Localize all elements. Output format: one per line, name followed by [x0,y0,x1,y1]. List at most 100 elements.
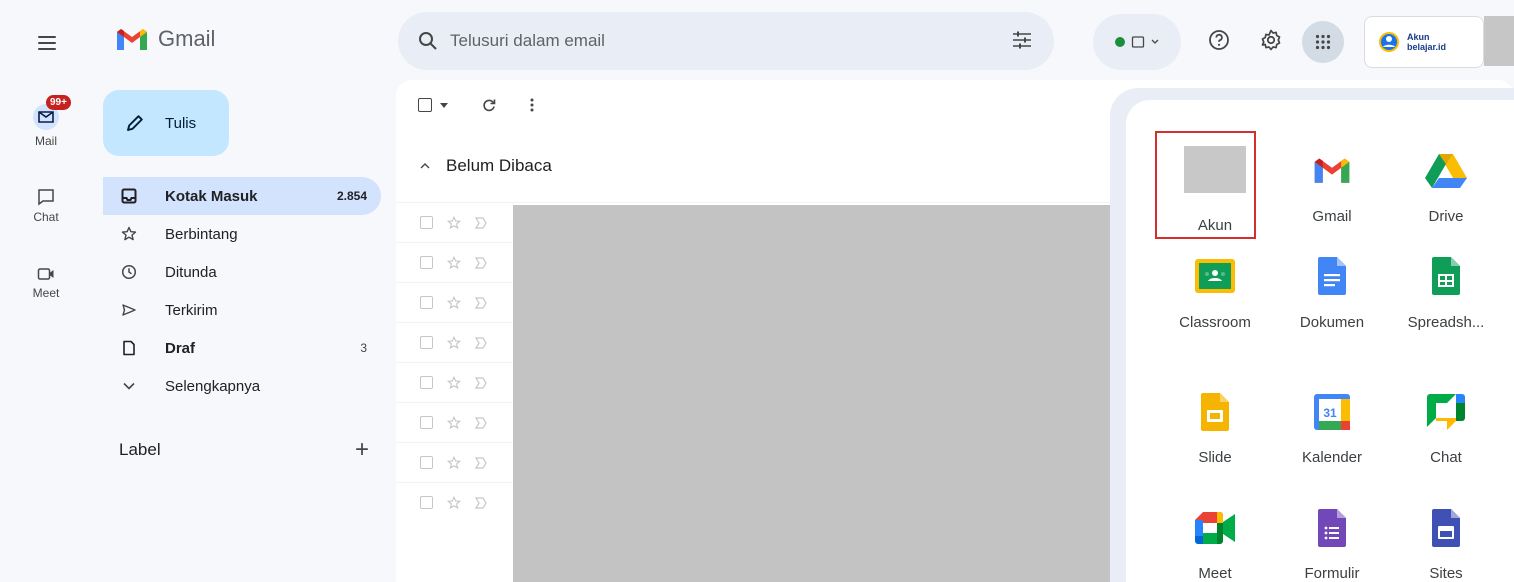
nav-item-drafts[interactable]: Draf 3 [103,329,381,367]
status-selector[interactable] [1093,14,1181,70]
clock-icon [119,262,139,282]
app-calendar[interactable]: 31 Kalender [1279,362,1385,466]
apps-grid-icon [1315,34,1331,50]
app-label: Chat [1430,449,1462,466]
row-checkbox[interactable] [420,416,433,429]
google-apps-button[interactable] [1302,21,1344,63]
important-marker-icon[interactable] [475,376,487,389]
important-marker-icon[interactable] [475,496,487,509]
app-slides[interactable]: Slide [1162,362,1268,466]
row-checkbox[interactable] [420,256,433,269]
section-title: Belum Dibaca [446,156,552,175]
important-marker-icon[interactable] [475,256,487,269]
important-marker-icon[interactable] [475,416,487,429]
app-sites[interactable]: Sites [1393,478,1499,582]
star-icon[interactable] [447,255,461,270]
select-all-checkbox[interactable] [418,98,448,112]
app-classroom[interactable]: Classroom [1162,246,1268,350]
app-label: Sites [1429,565,1463,582]
app-label: Kalender [1301,449,1363,466]
app-sheets[interactable]: Spreadsh... [1393,246,1499,350]
chevron-down-icon [1151,39,1159,44]
slides-icon [1193,390,1237,433]
inbox-icon [119,186,139,206]
star-icon[interactable] [447,455,461,470]
left-rail: 99+ Mail Chat Meet [0,0,92,582]
app-meet[interactable]: Meet [1162,478,1268,582]
refresh-icon[interactable] [482,98,496,112]
app-label: Spreadsh... [1407,314,1485,331]
row-checkbox[interactable] [420,216,433,229]
nav-item-inbox[interactable]: Kotak Masuk 2.854 [103,177,381,215]
row-checkbox[interactable] [420,376,433,389]
app-label: Formulir [1304,565,1360,582]
gmail-logo[interactable]: Gmail [115,26,215,52]
app-forms[interactable]: Formulir [1279,478,1385,582]
settings-gear-icon[interactable] [1257,26,1285,54]
gmail-icon [1310,148,1354,192]
app-label: Classroom [1179,314,1251,331]
star-icon[interactable] [447,495,461,510]
nav-label: Terkirim [165,301,218,319]
checkbox-icon [418,98,432,112]
main-menu-icon[interactable] [38,36,56,50]
video-icon [37,268,54,280]
row-checkbox[interactable] [420,496,433,509]
important-marker-icon[interactable] [475,336,487,349]
row-checkbox[interactable] [420,296,433,309]
compose-label: Tulis [165,114,197,132]
important-marker-icon[interactable] [475,296,487,309]
star-icon[interactable] [447,415,461,430]
row-checkbox[interactable] [420,456,433,469]
app-docs[interactable]: Dokumen [1279,246,1385,350]
caret-down-icon [440,102,448,108]
mail-icon: 99+ [33,95,71,130]
nav-label: Berbintang [165,225,238,243]
rail-mail-label: Mail [34,134,57,148]
help-icon[interactable] [1205,26,1233,54]
important-marker-icon[interactable] [475,216,487,229]
labels-heading: Label [119,440,161,459]
chevron-down-icon [119,376,139,396]
classroom-icon [1193,254,1237,298]
nav-item-more[interactable]: Selengkapnya [103,367,381,405]
account-org-name: Akun belajar.id [1407,32,1447,52]
search-icon[interactable] [418,31,438,51]
calendar-day-number: 31 [1323,406,1337,420]
row-checkbox[interactable] [420,336,433,349]
organization-account-badge[interactable]: Akun belajar.id [1364,16,1484,68]
search-input[interactable] [450,31,970,51]
nav-count: 2.854 [336,189,367,203]
unread-section-header[interactable]: Belum Dibaca [420,156,552,176]
chevron-up-icon [420,163,430,169]
nav-count: 3 [360,341,367,355]
rail-mail[interactable]: 99+ Mail [0,95,92,148]
rail-meet[interactable]: Meet [0,266,92,300]
star-icon[interactable] [447,335,461,350]
nav-item-sent[interactable]: Terkirim [103,291,381,329]
nav-label: Ditunda [165,263,217,281]
app-label: Slide [1198,449,1232,466]
important-marker-icon[interactable] [475,456,487,469]
rail-chat[interactable]: Chat [0,188,92,224]
sites-icon [1424,506,1468,549]
add-label-button[interactable]: + [355,438,369,462]
app-drive[interactable]: Drive [1393,130,1499,234]
app-chat[interactable]: Chat [1393,362,1499,466]
star-icon[interactable] [447,295,461,310]
nav-label: Draf [165,339,196,357]
search-options-icon[interactable] [1012,31,1032,49]
star-icon[interactable] [447,215,461,230]
nav-item-starred[interactable]: Berbintang [103,215,381,253]
star-icon[interactable] [447,375,461,390]
avatar[interactable] [1484,16,1514,66]
more-options-icon[interactable] [530,98,534,112]
forms-icon [1310,506,1354,549]
search-bar[interactable] [398,12,1054,70]
app-gmail[interactable]: Gmail [1279,130,1385,234]
unread-badge: 99+ [46,95,71,110]
docs-icon [1310,254,1354,298]
nav-item-snoozed[interactable]: Ditunda [103,253,381,291]
compose-button[interactable]: Tulis [103,90,229,156]
chat-icon [38,189,54,206]
